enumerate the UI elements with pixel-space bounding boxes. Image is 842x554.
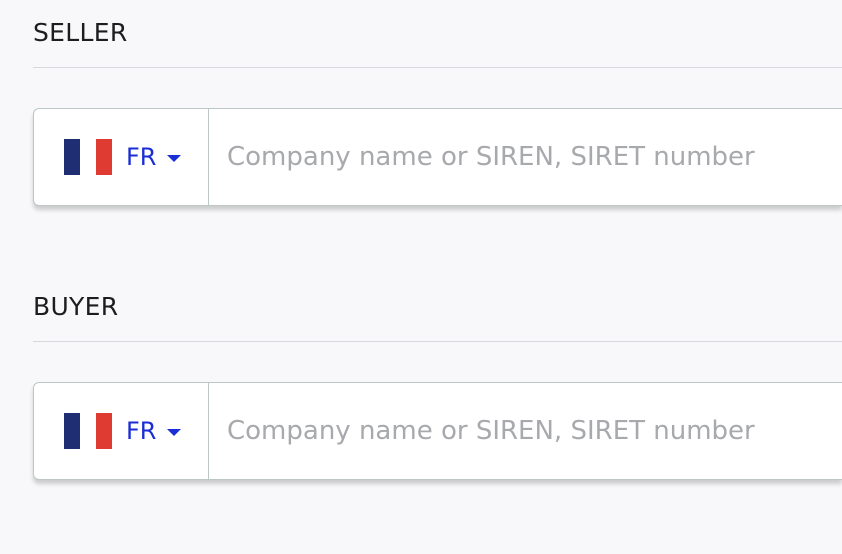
buyer-title: BUYER: [33, 292, 119, 321]
seller-section: SELLER FR: [33, 0, 842, 210]
buyer-country-select[interactable]: FR: [34, 383, 209, 479]
buyer-country-code: FR: [126, 417, 157, 445]
buyer-company-input[interactable]: [209, 383, 842, 479]
buyer-divider: [33, 341, 842, 342]
seller-country-select[interactable]: FR: [34, 109, 209, 205]
france-flag-icon: [64, 139, 112, 175]
caret-down-icon: [167, 428, 182, 436]
buyer-company-field: FR: [33, 382, 842, 480]
seller-company-field: FR: [33, 108, 842, 206]
seller-company-input[interactable]: [209, 109, 842, 205]
seller-title: SELLER: [33, 18, 128, 47]
seller-divider: [33, 67, 842, 68]
caret-down-icon: [167, 154, 182, 162]
seller-country-code: FR: [126, 143, 157, 171]
france-flag-icon: [64, 413, 112, 449]
buyer-section: BUYER FR: [33, 274, 842, 484]
